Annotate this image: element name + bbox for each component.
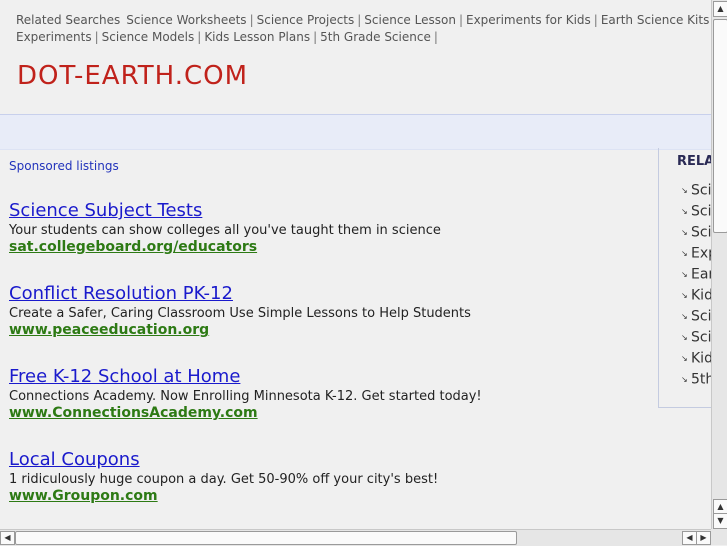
ad-title-link[interactable]: Local Coupons — [9, 449, 649, 471]
ad-description: Your students can show colleges all you'… — [9, 223, 441, 238]
horizontal-scroll-thumb[interactable] — [15, 531, 517, 545]
ad-title-link[interactable]: Conflict Resolution PK-12 — [9, 283, 649, 305]
arrow-bullet-icon: ↘ — [681, 333, 688, 342]
scroll-left-arrow-icon[interactable]: ◀ — [682, 531, 697, 545]
sidebar-item[interactable]: ↘ Sci — [681, 327, 711, 348]
vertical-scroll-thumb[interactable] — [713, 19, 727, 233]
related-link[interactable]: Experiments — [16, 30, 92, 44]
arrow-bullet-icon: ↘ — [681, 186, 688, 195]
related-link[interactable]: Experiments for Kids — [466, 13, 591, 27]
arrow-bullet-icon: ↘ — [681, 228, 688, 237]
sidebar-item[interactable]: ↘ Sci — [681, 222, 711, 243]
related-link[interactable]: Science Worksheets — [126, 13, 246, 27]
related-searches-bar: Related Searches Science Worksheets | Scien… — [16, 12, 711, 46]
scroll-down-arrow-icon[interactable]: ▼ — [713, 513, 727, 529]
sidebar-item[interactable]: ↘ Kid — [681, 348, 711, 369]
horizontal-scrollbar[interactable]: ◀ ◀ ▶ — [0, 529, 711, 546]
related-row-2: Experiments | Science Models | Kids Lesson P… — [16, 30, 438, 44]
related-link[interactable]: Science Models — [102, 30, 195, 44]
page-viewport: Related Searches Science Worksheets | Scien… — [0, 0, 711, 529]
sidebar-item[interactable]: ↘ Sci — [681, 201, 711, 222]
sidebar-heading: RELA — [677, 154, 711, 169]
related-link[interactable]: Kids Lesson Plans — [204, 30, 310, 44]
ad-url-link[interactable]: www.ConnectionsAcademy.com — [9, 405, 649, 422]
ad-listing: Science Subject Tests Your students can … — [9, 200, 649, 256]
related-row-1: Related Searches Science Worksheets | Scien… — [16, 13, 710, 27]
sidebar-item[interactable]: ↘ Sci — [681, 180, 711, 201]
ad-url-link[interactable]: sat.collegeboard.org/educators — [9, 239, 649, 256]
arrow-bullet-icon: ↘ — [681, 312, 688, 321]
sidebar-item[interactable]: ↘ Kid — [681, 285, 711, 306]
related-link[interactable]: Science Projects — [257, 13, 355, 27]
ad-url-link[interactable]: www.Groupon.com — [9, 488, 649, 505]
related-searches-label: Related Searches — [16, 13, 121, 27]
ad-listing: Conflict Resolution PK-12 Create a Safer… — [9, 283, 649, 339]
arrow-bullet-icon: ↘ — [681, 291, 688, 300]
arrow-bullet-icon: ↘ — [681, 354, 688, 363]
related-sidebar: RELA ↘Sci ↘Sci ↘Sci ↘Exp ↘Ear ↘Kid ↘Sci … — [658, 148, 711, 408]
sidebar-item[interactable]: ↘ Sci — [681, 306, 711, 327]
scroll-left-arrow-icon[interactable]: ◀ — [0, 531, 15, 545]
ad-description: Create a Safer, Caring Classroom Use Sim… — [9, 306, 471, 321]
sidebar-item[interactable]: ↘Ear — [681, 264, 711, 285]
scroll-up-arrow-icon[interactable]: ▲ — [713, 1, 727, 17]
arrow-bullet-icon: ↘ — [681, 270, 688, 279]
ad-listing: Local Coupons 1 ridiculously huge coupon… — [9, 449, 649, 505]
related-link[interactable]: Earth Science Kits — [601, 13, 710, 27]
sidebar-item[interactable]: ↘Exp — [681, 243, 711, 264]
sidebar-item[interactable]: ↘ 5th — [681, 369, 711, 390]
arrow-bullet-icon: ↘ — [681, 249, 688, 258]
ad-title-link[interactable]: Science Subject Tests — [9, 200, 649, 222]
ad-description: 1 ridiculously huge coupon a day. Get 50… — [9, 472, 439, 487]
arrow-bullet-icon: ↘ — [681, 375, 688, 384]
sponsored-listings-label[interactable]: Sponsored listings — [9, 159, 119, 173]
ad-url-link[interactable]: www.peaceeducation.org — [9, 322, 649, 339]
site-title[interactable]: DOT-EARTH.COM — [17, 59, 248, 93]
ad-listing: Free K-12 School at Home Connections Aca… — [9, 366, 649, 422]
arrow-bullet-icon: ↘ — [681, 207, 688, 216]
related-link[interactable]: Science Lesson — [364, 13, 456, 27]
ad-description: Connections Academy. Now Enrolling Minne… — [9, 389, 482, 404]
scroll-right-arrow-icon[interactable]: ▶ — [696, 531, 711, 545]
related-link[interactable]: 5th Grade Science — [320, 30, 431, 44]
header-band — [0, 114, 711, 150]
scrollbar-corner — [711, 529, 727, 545]
ad-title-link[interactable]: Free K-12 School at Home — [9, 366, 649, 388]
vertical-scrollbar[interactable]: ▲ ▲ ▼ — [711, 0, 727, 529]
sidebar-list: ↘Sci ↘Sci ↘Sci ↘Exp ↘Ear ↘Kid ↘Sci ↘Sci … — [681, 180, 711, 390]
